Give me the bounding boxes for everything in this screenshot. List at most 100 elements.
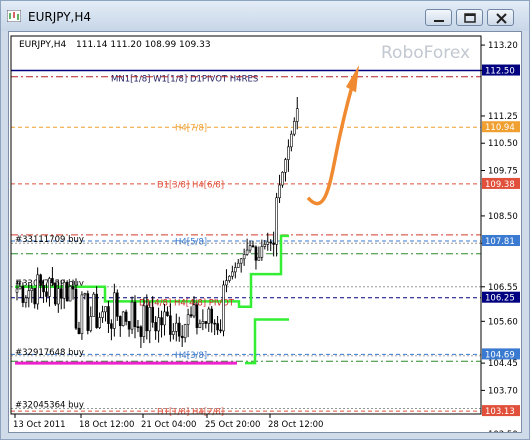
x-tick-label: 13 Oct 2011 <box>13 420 66 430</box>
candle-body <box>33 288 37 305</box>
chart-symbol-label: EURJPY,H4 <box>19 40 67 50</box>
chart-ohlc-values: 111.14 111.20 108.99 109.33 <box>76 40 211 50</box>
x-tick-label: 21 Oct 04:00 <box>141 420 196 430</box>
candle-body <box>86 293 90 331</box>
candle-body <box>68 286 72 302</box>
candle-body <box>39 274 42 286</box>
candle-body <box>177 322 181 337</box>
price-tag-label: 107.81 <box>485 237 515 247</box>
price-tag-label: 104.69 <box>485 350 515 360</box>
order-label: #32917648 buy <box>15 348 84 358</box>
candle-body <box>272 242 275 245</box>
price-tag-label: 109.38 <box>485 180 515 190</box>
candle-body <box>219 329 222 332</box>
candle-body <box>183 324 187 339</box>
candle-body <box>45 291 48 297</box>
candle-body <box>59 288 63 299</box>
candle-body <box>192 304 196 317</box>
candle-body <box>157 317 160 332</box>
close-icon <box>496 13 507 24</box>
candle-body <box>18 286 22 290</box>
candle-body <box>74 288 78 329</box>
candle-body <box>110 323 113 329</box>
close-button[interactable] <box>487 9 514 26</box>
level-label: H4[7/8] <box>175 124 207 134</box>
candle-body <box>116 292 119 317</box>
candle-body <box>198 323 202 328</box>
candle-body <box>242 254 246 260</box>
candle-body <box>210 308 213 324</box>
candle-body <box>216 323 219 331</box>
price-tag-label: 106.25 <box>485 294 515 304</box>
candle-body <box>160 317 163 326</box>
price-chart[interactable]: EURJPY,H4 111.14 111.20 108.99 109.33 Ro… <box>9 32 521 440</box>
candle-body <box>62 282 66 299</box>
candle-body <box>124 311 128 322</box>
level-label: D1[3/8] H4[6/8] <box>157 180 224 190</box>
candle-body <box>222 284 225 332</box>
candle-body <box>207 308 211 324</box>
candle-body <box>136 326 140 329</box>
level-label: MN1[1/8] W1[1/8] D1PIVOT H4RES <box>111 75 258 85</box>
candle-body <box>148 307 152 332</box>
candle-body <box>71 286 75 290</box>
x-tick-label: 25 Oct 20:00 <box>205 420 260 430</box>
chart-window: EURJPY,H4 EURJPY,H4 111.14 111.20 108.99… <box>0 0 530 440</box>
candle-body <box>201 321 205 324</box>
x-tick-label: 18 Oct 12:00 <box>79 420 134 430</box>
y-tick-label: 103.70 <box>488 386 518 396</box>
candle-body <box>15 288 19 293</box>
maximize-button[interactable] <box>456 9 483 26</box>
y-tick-label: 104.45 <box>488 359 518 369</box>
order-label: #32045364 buy <box>15 401 84 411</box>
forecast-arrow-head <box>346 65 359 93</box>
candle-body <box>89 316 93 331</box>
forecast-arrow-path <box>306 77 357 206</box>
candle-body <box>163 311 166 326</box>
candle-body <box>95 293 98 328</box>
candle-body <box>175 322 178 332</box>
order-label: #33111709 buy <box>15 235 84 245</box>
candle-body <box>166 311 169 317</box>
candle-body <box>42 285 45 293</box>
candle-body <box>186 314 190 325</box>
minimize-icon <box>434 20 444 22</box>
candle-body <box>275 197 278 245</box>
candle-body <box>133 301 137 328</box>
candle-body <box>24 297 28 303</box>
candle-body <box>56 288 60 305</box>
candle-body <box>231 271 234 277</box>
candle-body <box>295 108 299 122</box>
candle-body <box>139 326 143 337</box>
y-tick-label: 111.25 <box>488 112 518 122</box>
candle-body <box>121 311 125 327</box>
window-titlebar[interactable]: EURJPY,H4 <box>1 1 529 31</box>
candle-body <box>266 241 270 245</box>
candle-body <box>269 241 273 244</box>
chart-area[interactable]: EURJPY,H4 111.14 111.20 108.99 109.33 Ro… <box>8 31 522 440</box>
candle-body <box>278 184 281 199</box>
candle-body <box>189 314 193 317</box>
candle-body <box>248 245 252 251</box>
level-label: D1[1/8] H4[2/8] <box>157 408 224 418</box>
candle-body <box>169 315 172 335</box>
candle-body <box>27 290 31 299</box>
candle-body <box>54 282 57 305</box>
candle-body <box>145 305 149 332</box>
candle-body <box>236 262 240 268</box>
candle-body <box>172 331 175 335</box>
candle-body <box>154 322 157 332</box>
y-tick-label: 106.55 <box>488 283 518 293</box>
candle-body <box>287 146 290 160</box>
candle-body <box>30 288 34 291</box>
candle-body <box>245 249 249 255</box>
candle-body <box>36 274 39 305</box>
candle-body <box>101 311 104 318</box>
minimize-button[interactable] <box>425 9 452 26</box>
y-tick-label: 102.50 <box>488 430 518 432</box>
candle-body <box>48 278 51 297</box>
candle-body <box>104 306 107 313</box>
price-tag-label: 103.13 <box>485 407 515 417</box>
y-tick-label: 105.60 <box>488 317 518 327</box>
chart-app-icon <box>7 10 21 22</box>
